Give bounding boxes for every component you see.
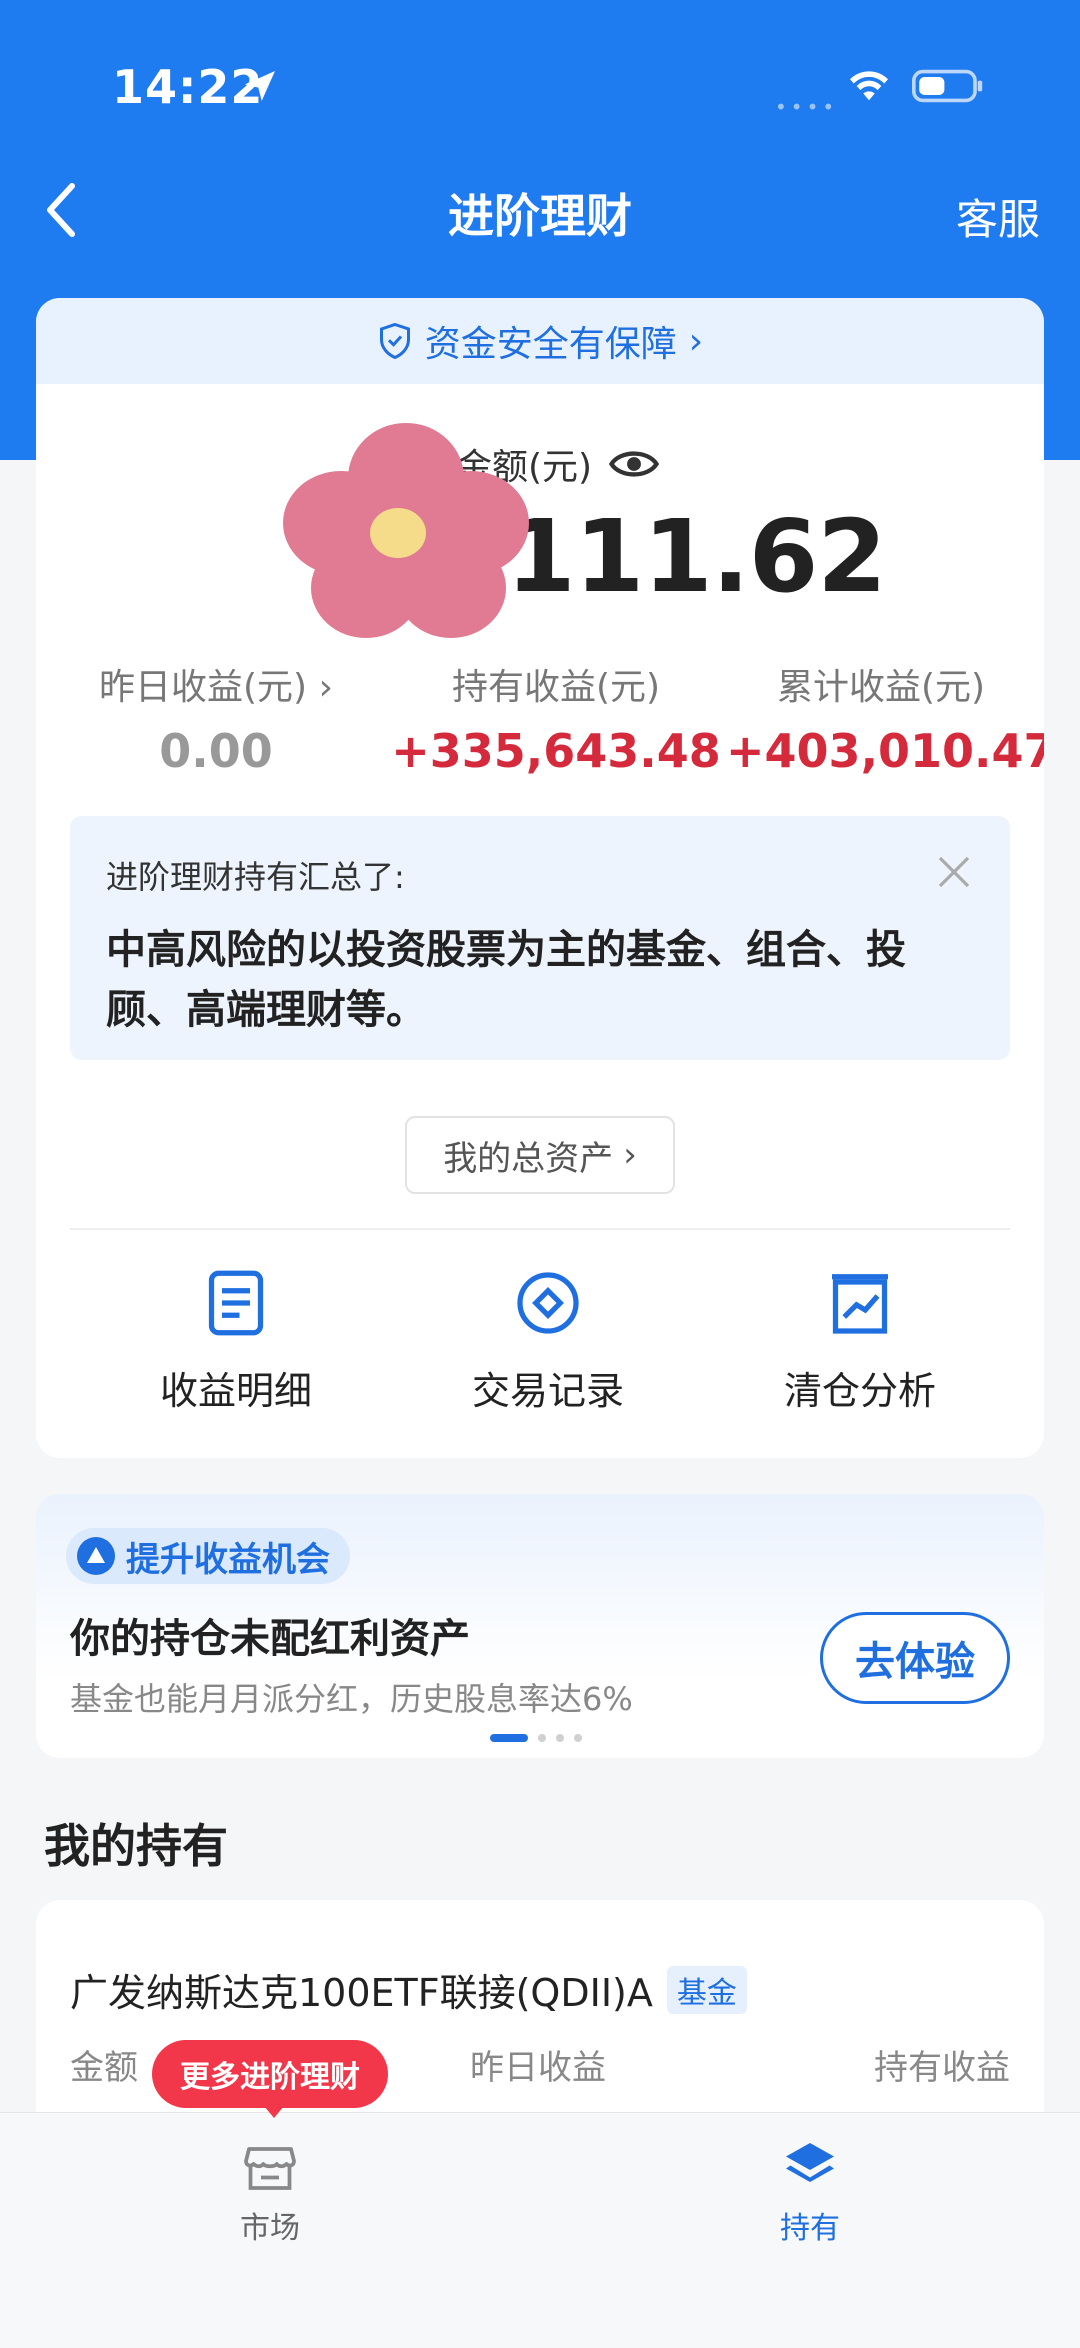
try-now-button[interactable]: 去体验 [820,1612,1010,1704]
more-products-bubble[interactable]: 更多进阶理财 [152,2040,388,2118]
divider [70,1228,1010,1230]
quick-actions: 收益明细 交易记录 清仓分析 [36,1268,1044,1418]
pager-dot [574,1734,582,1742]
yesterday-earnings[interactable]: 昨日收益(元) › 0.00 [86,658,346,778]
holding-earnings-label: 持有收益(元) [451,667,661,708]
layers-icon [786,2143,834,2182]
tab-holdings-label: 持有 [780,2211,840,2246]
triangle-up-icon [77,1537,115,1575]
promo-tag: 提升收益机会 [66,1528,350,1584]
security-label: 资金安全有保障 [424,324,677,365]
close-icon[interactable] [934,852,974,892]
battery-icon [912,69,983,103]
page-title: 进阶理财 [448,189,632,243]
document-icon [208,1270,264,1336]
pager-dot-active [490,1734,528,1742]
flower-sticker-icon [283,423,529,638]
holding-yesterday-label: 昨日收益 [470,2048,606,2088]
promo-title: 你的持仓未配红利资产 [70,1616,470,1662]
holding-earnings-value: +335,643.48 [391,724,721,778]
cumulative-earnings-value: +403,010.47 [726,724,1044,778]
cumulative-earnings: 累计收益(元) +403,010.47 [726,658,1044,778]
security-banner[interactable]: 资金安全有保障 › [36,298,1044,384]
cumulative-earnings-label: 累计收益(元) [776,667,986,708]
promo-tag-label: 提升收益机会 [126,1539,330,1580]
holding-earnings-label: 持有收益 [874,2048,1010,2088]
fund-name-text: 广发纳斯达克100ETF联接(QDII)A [70,1971,653,2015]
eye-icon[interactable] [608,446,660,482]
pager-dot [538,1734,546,1742]
total-assets-button[interactable]: 我的总资产 › [405,1116,675,1194]
fund-type-badge: 基金 [666,1965,747,2014]
total-assets-label: 我的总资产 [443,1138,614,1179]
summary-title: 进阶理财持有汇总了: [106,858,405,896]
tab-market[interactable]: 市场 [170,2137,370,2247]
earnings-detail-label: 收益明细 [159,1369,312,1413]
wifi-icon [850,71,888,101]
yesterday-earnings-label: 昨日收益(元) [99,667,308,708]
holdings-section-title: 我的持有 [44,1819,228,1873]
nav-bar: 进阶理财 客服 [0,150,1080,270]
liquidation-analysis-button[interactable]: 清仓分析 [750,1268,970,1415]
signal-icon: •••• [775,95,839,119]
transaction-records-button[interactable]: 交易记录 [438,1268,658,1415]
yesterday-earnings-value: 0.00 [159,724,273,778]
holding-earnings: 持有收益(元) +335,643.48 [386,658,726,778]
carousel-indicator [490,1734,582,1742]
earnings-detail-button[interactable]: 收益明细 [126,1268,346,1415]
promo-subtitle: 基金也能月月派分红，历史股息率达6% [70,1680,633,1718]
chevron-right-icon: › [318,667,333,708]
fund-name: 广发纳斯达克100ETF联接(QDII)A 基金 [70,1962,747,2017]
chevron-right-icon: › [688,320,704,362]
summary-notice: 进阶理财持有汇总了: 中高风险的以投资股票为主的基金、组合、投顾、高端理财等。 [70,816,1010,1060]
asset-value: 111.62 [506,498,887,615]
pager-dot [556,1734,564,1742]
earnings-stats: 昨日收益(元) › 0.00 持有收益(元) +335,643.48 累计收益(… [36,658,1044,798]
holding-amount-label: 金额 [70,2048,138,2088]
chevron-right-icon: › [623,1135,637,1175]
market-icon [244,2147,296,2190]
promo-card[interactable]: 提升收益机会 你的持仓未配红利资产 基金也能月月派分红，历史股息率达6% 去体验 [36,1494,1044,1758]
tab-market-label: 市场 [240,2211,300,2246]
asset-summary-card: 资金安全有保障 › 金额(元) 111.62 昨日收益(元) › 0.00 持有… [36,298,1044,1458]
status-bar: 14:22 •••• [0,0,1080,150]
location-arrow-icon [245,71,275,101]
shield-check-icon [379,322,410,360]
liquidation-analysis-label: 清仓分析 [783,1369,936,1413]
chart-icon [832,1274,888,1334]
customer-service-link[interactable]: 客服 [956,186,1040,247]
bottom-tab-bar: 市场 持有 [0,2112,1080,2348]
summary-text: 中高风险的以投资股票为主的基金、组合、投顾、高端理财等。 [106,927,906,1033]
diamond-circle-icon [517,1272,579,1334]
transaction-records-label: 交易记录 [471,1369,624,1413]
tab-holdings[interactable]: 持有 [710,2137,910,2247]
